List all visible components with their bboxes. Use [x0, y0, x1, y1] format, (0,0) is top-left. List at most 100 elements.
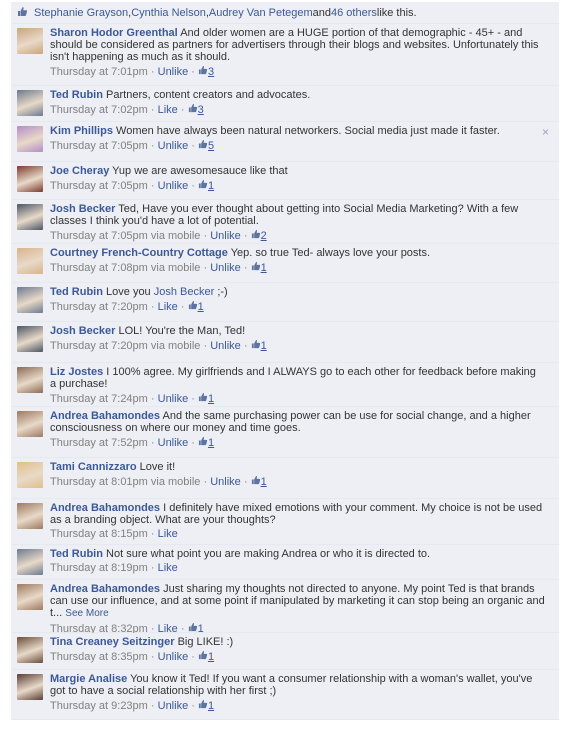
- comment-author-link[interactable]: Kim Phillips: [50, 125, 113, 137]
- timestamp[interactable]: Thursday at 7:24pm: [50, 393, 148, 405]
- like-button[interactable]: Like: [158, 528, 178, 540]
- like-count[interactable]: 3: [188, 104, 204, 116]
- comment-text: Big LIKE! :): [177, 636, 234, 648]
- like-button[interactable]: Like: [158, 301, 178, 313]
- comment-author-link[interactable]: Ted Rubin: [50, 548, 103, 560]
- unlike-button[interactable]: Unlike: [210, 230, 241, 242]
- thumbs-up-icon: [251, 230, 261, 242]
- separator: ·: [200, 476, 211, 488]
- see-more-link[interactable]: See More: [65, 608, 108, 619]
- comment-author-link[interactable]: Ted Rubin: [50, 286, 103, 298]
- timestamp[interactable]: Thursday at 9:23pm: [50, 700, 148, 712]
- comment-author-link[interactable]: Andrea Bahamondes: [50, 583, 160, 595]
- like-count[interactable]: 1: [198, 180, 214, 192]
- unlike-button[interactable]: Unlike: [158, 651, 189, 663]
- like-button[interactable]: Like: [158, 104, 178, 116]
- comment-author-link[interactable]: Tami Cannizzaro: [50, 461, 137, 473]
- unlike-button[interactable]: Unlike: [210, 340, 241, 352]
- avatar[interactable]: [17, 326, 43, 352]
- avatar[interactable]: [17, 28, 43, 54]
- avatar[interactable]: [17, 462, 43, 488]
- comment-author-link[interactable]: Ted Rubin: [50, 89, 103, 101]
- others-link[interactable]: 46 others: [331, 7, 377, 19]
- unlike-button[interactable]: Unlike: [158, 66, 189, 78]
- comment-body: Ted Rubin Not sure what point you are ma…: [50, 548, 545, 575]
- avatar[interactable]: [17, 411, 43, 437]
- avatar[interactable]: [17, 204, 43, 230]
- comment-author-link[interactable]: Andrea Bahamondes: [50, 410, 160, 422]
- like-count-value: 1: [260, 476, 267, 488]
- comment-row: Ted Rubin Love you Josh Becker ;-) Thursd…: [11, 283, 559, 322]
- timestamp[interactable]: Thursday at 8:15pm: [50, 528, 148, 540]
- comment-author-link[interactable]: Courtney French-Country Cottage: [50, 247, 228, 259]
- unlike-button[interactable]: Unlike: [158, 393, 189, 405]
- timestamp[interactable]: Thursday at 8:19pm: [50, 562, 148, 574]
- like-count[interactable]: 1: [251, 340, 267, 352]
- like-count[interactable]: 1: [198, 700, 214, 712]
- like-count[interactable]: 1: [198, 651, 214, 663]
- separator: ·: [147, 393, 158, 405]
- avatar[interactable]: [17, 367, 43, 393]
- like-count[interactable]: 2: [251, 230, 267, 242]
- timestamp[interactable]: Thursday at 7:01pm: [50, 66, 148, 78]
- timestamp[interactable]: Thursday at 7:05pm: [50, 180, 148, 192]
- comment-row: Joe Cheray Yup we are awesomesauce like …: [11, 162, 559, 200]
- avatar[interactable]: [17, 287, 43, 313]
- liker-link[interactable]: Audrey Van Petegem: [209, 7, 313, 19]
- unlike-button[interactable]: Unlike: [158, 700, 189, 712]
- separator: ·: [147, 66, 158, 78]
- timestamp[interactable]: Thursday at 7:05pm: [50, 140, 148, 152]
- mention-link[interactable]: Josh Becker: [154, 286, 215, 298]
- like-count[interactable]: 3: [198, 66, 214, 78]
- comment-body: Josh Becker Ted, Have you ever thought a…: [50, 203, 545, 243]
- timestamp[interactable]: Thursday at 8:01pm via mobile: [50, 476, 200, 488]
- comment-author-link[interactable]: Andrea Bahamondes: [50, 502, 160, 514]
- avatar[interactable]: [17, 549, 43, 575]
- like-count[interactable]: 1: [188, 301, 204, 313]
- comment-author-link[interactable]: Josh Becker: [50, 203, 115, 215]
- liker-link[interactable]: Cynthia Nelson: [131, 7, 206, 19]
- like-count-value: 3: [207, 66, 215, 78]
- liker-link[interactable]: Stephanie Grayson: [34, 7, 128, 19]
- timestamp[interactable]: Thursday at 7:52pm: [50, 437, 148, 449]
- like-count[interactable]: 1: [198, 393, 214, 405]
- like-count[interactable]: 1: [251, 476, 267, 488]
- like-count[interactable]: 5: [198, 140, 214, 152]
- avatar[interactable]: [17, 503, 43, 529]
- unlike-button[interactable]: Unlike: [158, 140, 189, 152]
- comment-meta: Thursday at 8:35pm · Unlike · 1: [50, 650, 545, 664]
- like-button[interactable]: Like: [158, 562, 178, 574]
- timestamp[interactable]: Thursday at 7:20pm via mobile: [50, 340, 200, 352]
- comment-author-link[interactable]: Liz Jostes: [50, 366, 103, 378]
- like-count[interactable]: 1: [251, 262, 267, 274]
- comment-author-link[interactable]: Josh Becker: [50, 325, 115, 337]
- comment-author-link[interactable]: Margie Analise: [50, 673, 127, 685]
- timestamp[interactable]: Thursday at 7:02pm: [50, 104, 148, 116]
- comment-author-link[interactable]: Sharon Hodor Greenthal: [50, 27, 178, 39]
- comment-meta: Thursday at 9:23pm · Unlike · 1: [50, 699, 545, 713]
- comment-row: Margie Analise You know it Ted! If you w…: [11, 670, 559, 720]
- timestamp[interactable]: Thursday at 8:35pm: [50, 651, 148, 663]
- avatar[interactable]: [17, 637, 43, 663]
- avatar[interactable]: [17, 166, 43, 192]
- avatar[interactable]: [17, 126, 43, 152]
- timestamp[interactable]: Thursday at 7:20pm: [50, 301, 148, 313]
- avatar[interactable]: [17, 674, 43, 700]
- comment-author-link[interactable]: Joe Cheray: [50, 165, 109, 177]
- timestamp[interactable]: Thursday at 7:05pm via mobile: [50, 230, 200, 242]
- like-count-value: 1: [207, 651, 215, 663]
- unlike-button[interactable]: Unlike: [210, 262, 241, 274]
- remove-comment-icon[interactable]: ×: [542, 125, 549, 139]
- comment-author-link[interactable]: Tina Creaney Seitzinger: [50, 636, 175, 648]
- unlike-button[interactable]: Unlike: [210, 476, 241, 488]
- unlike-button[interactable]: Unlike: [158, 437, 189, 449]
- thumbs-up-icon: [17, 6, 28, 17]
- avatar[interactable]: [17, 90, 43, 116]
- timestamp[interactable]: Thursday at 7:08pm via mobile: [50, 262, 200, 274]
- like-count[interactable]: 1: [198, 437, 214, 449]
- thumbs-up-icon: [251, 262, 261, 274]
- comment-text: Partners, content creators and advocates…: [106, 89, 311, 101]
- unlike-button[interactable]: Unlike: [158, 180, 189, 192]
- avatar[interactable]: [17, 584, 43, 610]
- avatar[interactable]: [17, 248, 43, 274]
